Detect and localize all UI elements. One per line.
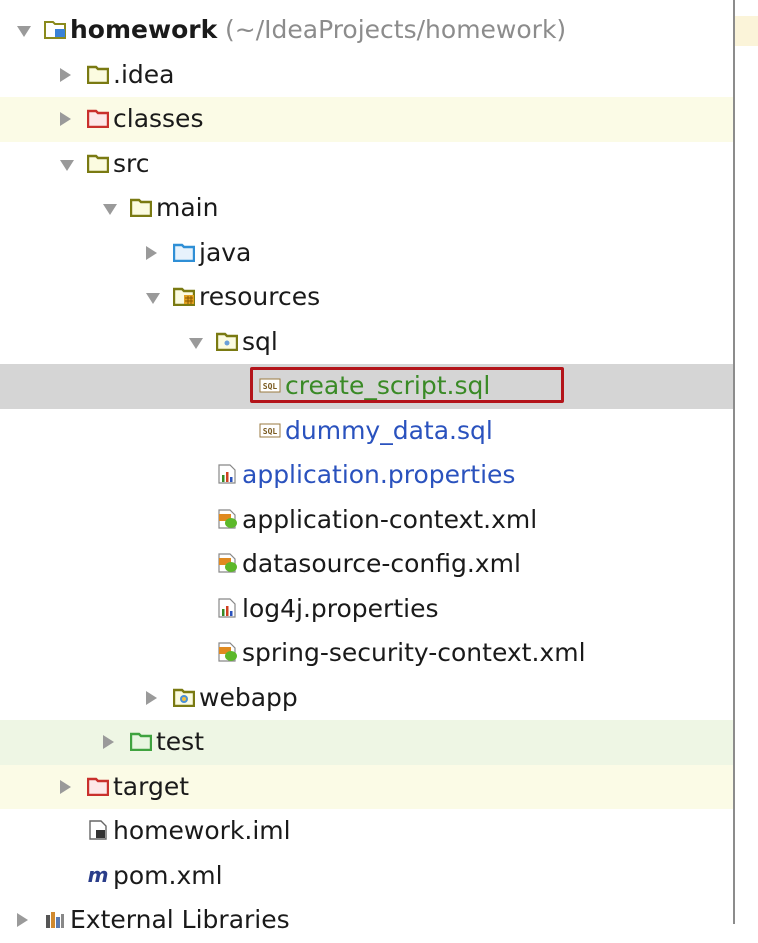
- tree-item-label: application-context.xml: [242, 504, 538, 534]
- tree-item-label: target: [113, 771, 190, 801]
- spring-xml-icon: [216, 642, 238, 662]
- collapse-arrow-icon[interactable]: [103, 735, 114, 749]
- tree-row[interactable]: webapp: [0, 676, 733, 721]
- properties-file-icon: [216, 597, 238, 618]
- tree-row[interactable]: main: [0, 186, 733, 231]
- selection-highlight-box: [250, 367, 564, 403]
- tree-row[interactable]: java: [0, 231, 733, 276]
- tree-row[interactable]: spring-security-context.xml: [0, 631, 733, 676]
- excluded-folder-icon: [86, 776, 110, 796]
- libraries-icon: [44, 909, 66, 929]
- source-folder-icon: [172, 242, 196, 262]
- package-folder-icon: [215, 331, 239, 351]
- collapse-arrow-icon[interactable]: [60, 112, 71, 126]
- tree-row[interactable]: log4j.properties: [0, 587, 733, 632]
- collapse-arrow-icon[interactable]: [146, 245, 157, 260]
- module-folder-icon: [44, 19, 66, 39]
- expand-arrow-icon[interactable]: [189, 337, 203, 349]
- tree-item-label: resources: [199, 282, 321, 311]
- tree-row[interactable]: SQL create_script.sql: [0, 364, 733, 409]
- tree-row[interactable]: resources: [0, 275, 733, 320]
- spring-xml-icon: [216, 508, 238, 529]
- tree-row[interactable]: SQL dummy_data.sql: [0, 409, 733, 454]
- maven-file-icon: m: [87, 863, 109, 887]
- tree-item-label: .idea: [113, 59, 175, 89]
- web-folder-icon: [172, 687, 196, 707]
- tree-row[interactable]: homework.iml: [0, 809, 733, 854]
- tree-row[interactable]: target: [0, 764, 733, 809]
- expand-arrow-icon[interactable]: [17, 26, 31, 37]
- tree-item-label: src: [113, 148, 150, 178]
- tree-item-label: pom.xml: [113, 860, 223, 890]
- tree-row[interactable]: datasource-config.xml: [0, 542, 733, 587]
- tree-item-label: datasource-config.xml: [242, 549, 521, 578]
- tree-row[interactable]: m pom.xml: [0, 854, 733, 899]
- tree-item-label: log4j.properties: [242, 593, 439, 623]
- svg-text:SQL: SQL: [263, 427, 278, 436]
- tree-item-label: main: [156, 193, 219, 222]
- tree-row[interactable]: src: [0, 142, 733, 187]
- tree-item-label: sql: [242, 326, 278, 356]
- module-path: (~/IdeaProjects/homework): [225, 15, 567, 44]
- expand-arrow-icon[interactable]: [103, 204, 117, 215]
- tree-row[interactable]: application.properties: [0, 453, 733, 498]
- expand-arrow-icon[interactable]: [146, 293, 160, 304]
- tree-item-label: spring-security-context.xml: [242, 638, 586, 667]
- tree-item-label: homework.iml: [113, 816, 291, 845]
- tree-row[interactable]: .idea: [0, 53, 733, 98]
- folder-icon: [86, 153, 110, 173]
- sql-file-icon: SQL: [259, 420, 281, 440]
- collapse-arrow-icon[interactable]: [60, 779, 71, 794]
- folder-icon: [86, 64, 110, 84]
- tree-item-label: External Libraries: [70, 905, 290, 934]
- tree-row[interactable]: homework (~/IdeaProjects/homework): [0, 8, 733, 53]
- tree-item-label: webapp: [199, 682, 298, 712]
- project-tree: homework (~/IdeaProjects/homework) .idea cl…: [0, 8, 733, 943]
- collapse-arrow-icon[interactable]: [17, 913, 28, 927]
- expand-arrow-icon[interactable]: [60, 159, 74, 171]
- excluded-folder-icon: [86, 108, 110, 129]
- tree-row[interactable]: application-context.xml: [0, 498, 733, 543]
- tree-item-label: test: [156, 727, 205, 756]
- tree-row[interactable]: classes: [0, 97, 733, 142]
- tree-item-label: classes: [113, 104, 204, 133]
- tree-item-label: application.properties: [242, 460, 516, 489]
- tree-row[interactable]: test: [0, 720, 733, 765]
- test-folder-icon: [129, 731, 153, 752]
- tree-row[interactable]: sql: [0, 320, 733, 365]
- tree-item-label: homework: [70, 15, 218, 44]
- spring-xml-icon: [216, 553, 238, 573]
- tree-item-label: dummy_data.sql: [285, 415, 493, 445]
- folder-icon: [129, 197, 153, 218]
- resources-folder-icon: [172, 286, 196, 307]
- svg-text:m: m: [88, 865, 109, 885]
- properties-file-icon: [216, 464, 238, 484]
- tree-row[interactable]: External Libraries: [0, 898, 733, 943]
- collapse-arrow-icon[interactable]: [60, 67, 71, 82]
- iml-file-icon: [87, 820, 109, 840]
- collapse-arrow-icon[interactable]: [146, 690, 157, 705]
- editor-panel-edge: [733, 0, 758, 924]
- tree-item-label: java: [199, 237, 252, 267]
- editor-tab-strip: [735, 16, 758, 46]
